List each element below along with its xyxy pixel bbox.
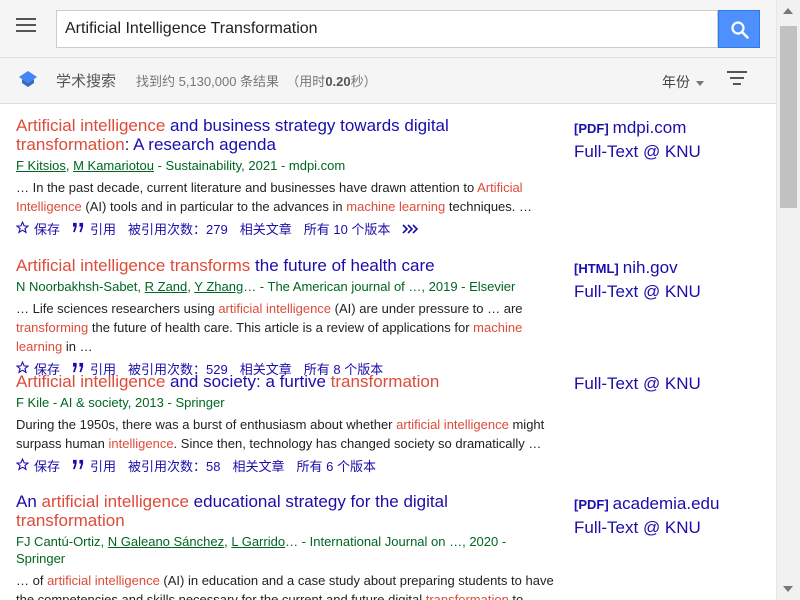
all-versions-link[interactable]: 所有 6 个版本 [297, 456, 376, 475]
related-articles-link[interactable]: 相关文章 [233, 456, 285, 475]
year-filter-dropdown[interactable]: 年份 [662, 72, 704, 92]
cite-button[interactable]: 引用 [72, 219, 116, 238]
result-snippet: … of artificial intelligence (AI) in edu… [16, 573, 554, 600]
file-type-tag: [PDF] [574, 497, 609, 512]
result-actions: 保存 引用 被引用次数：58 相关文章 所有 6 个版本 [15, 456, 776, 475]
cited-by-link[interactable]: 被引用次数：279 [128, 219, 228, 238]
result-title-link[interactable]: Artificial intelligence transforms the f… [16, 256, 556, 275]
result-authors: F Kile - AI & society, 2013 - Springer [16, 395, 225, 410]
full-text-links: Full-Text @ KNU [574, 372, 774, 395]
save-button[interactable]: 保存 [15, 456, 60, 475]
author-link[interactable]: Y Zhang [194, 279, 243, 294]
search-icon [731, 21, 749, 39]
result-snippet: During the 1950s, there was a burst of e… [16, 417, 545, 451]
star-icon [15, 457, 30, 474]
full-text-link[interactable]: Full-Text @ KNU [574, 516, 774, 539]
full-text-link[interactable]: Full-Text @ KNU [574, 140, 774, 163]
cite-button[interactable]: 引用 [72, 456, 116, 475]
search-input[interactable] [56, 10, 718, 48]
pdf-source-link[interactable]: [PDF] academia.edu [574, 492, 774, 516]
author-link[interactable]: R Zand [145, 279, 188, 294]
full-text-link[interactable]: Full-Text @ KNU [574, 372, 774, 395]
result-authors: N Noorbakhsh-Sabet, R Zand, Y Zhang… - T… [16, 279, 516, 294]
menu-icon[interactable] [16, 18, 38, 38]
scholar-logo-icon[interactable] [18, 70, 38, 88]
result-title-link[interactable]: An artificial intelligence educational s… [16, 492, 556, 530]
result-authors: FJ Cantú-Ortiz, N Galeano Sánchez, L Gar… [16, 534, 507, 566]
author-link[interactable]: F Kitsios [16, 158, 66, 173]
full-text-link[interactable]: Full-Text @ KNU [574, 280, 774, 303]
file-type-tag: [PDF] [574, 121, 609, 136]
save-button[interactable]: 保存 [15, 219, 60, 238]
cited-by-link[interactable]: 被引用次数：58 [128, 456, 220, 475]
product-name[interactable]: 学术搜索 [56, 70, 116, 91]
quote-icon [72, 221, 85, 236]
result-title-link[interactable]: Artificial intelligence and business str… [16, 116, 556, 154]
search-result: Artificial intelligence and business str… [15, 116, 776, 238]
results-header-bar: 学术搜索 找到约 5,130,000 条结果 （用时0.20秒） 年份 [0, 58, 776, 104]
result-snippet: … Life sciences researchers using artifi… [16, 301, 523, 354]
caret-down-icon [696, 80, 704, 86]
result-stats: 找到约 5,130,000 条结果 （用时0.20秒） [136, 74, 377, 89]
pdf-source-link[interactable]: [HTML] nih.gov [574, 256, 774, 280]
result-title-link[interactable]: Artificial intelligence and society: a f… [16, 372, 556, 391]
full-text-links: [HTML] nih.gov Full-Text @ KNU [574, 256, 774, 303]
search-result: Artificial intelligence transforms the f… [15, 256, 776, 378]
author-link[interactable]: L Garrido [231, 534, 285, 549]
scrollbar[interactable] [776, 0, 800, 600]
filter-icon[interactable] [726, 71, 748, 89]
author-link[interactable]: M Kamariotou [73, 158, 154, 173]
result-authors: F Kitsios, M Kamariotou - Sustainability… [16, 158, 346, 173]
pdf-source-link[interactable]: [PDF] mdpi.com [574, 116, 774, 140]
search-result: Artificial intelligence and society: a f… [15, 372, 776, 475]
search-result: An artificial intelligence educational s… [16, 492, 776, 600]
result-snippet: … In the past decade, current literature… [16, 180, 532, 214]
scroll-down-arrow[interactable] [783, 586, 793, 592]
all-versions-link[interactable]: 所有 10 个版本 [304, 219, 391, 238]
scroll-thumb[interactable] [780, 26, 797, 208]
full-text-links: [PDF] mdpi.com Full-Text @ KNU [574, 116, 774, 163]
author-link[interactable]: N Galeano Sánchez [108, 534, 224, 549]
scroll-up-arrow[interactable] [783, 8, 793, 14]
result-actions: 保存 引用 被引用次数：279 相关文章 所有 10 个版本 [15, 219, 776, 238]
quote-icon [72, 458, 85, 473]
top-bar [0, 0, 776, 58]
related-articles-link[interactable]: 相关文章 [240, 219, 292, 238]
file-type-tag: [HTML] [574, 261, 619, 276]
star-icon [15, 220, 30, 237]
more-icon[interactable] [402, 223, 419, 234]
search-button[interactable] [718, 10, 760, 48]
full-text-links: [PDF] academia.edu Full-Text @ KNU [574, 492, 774, 539]
